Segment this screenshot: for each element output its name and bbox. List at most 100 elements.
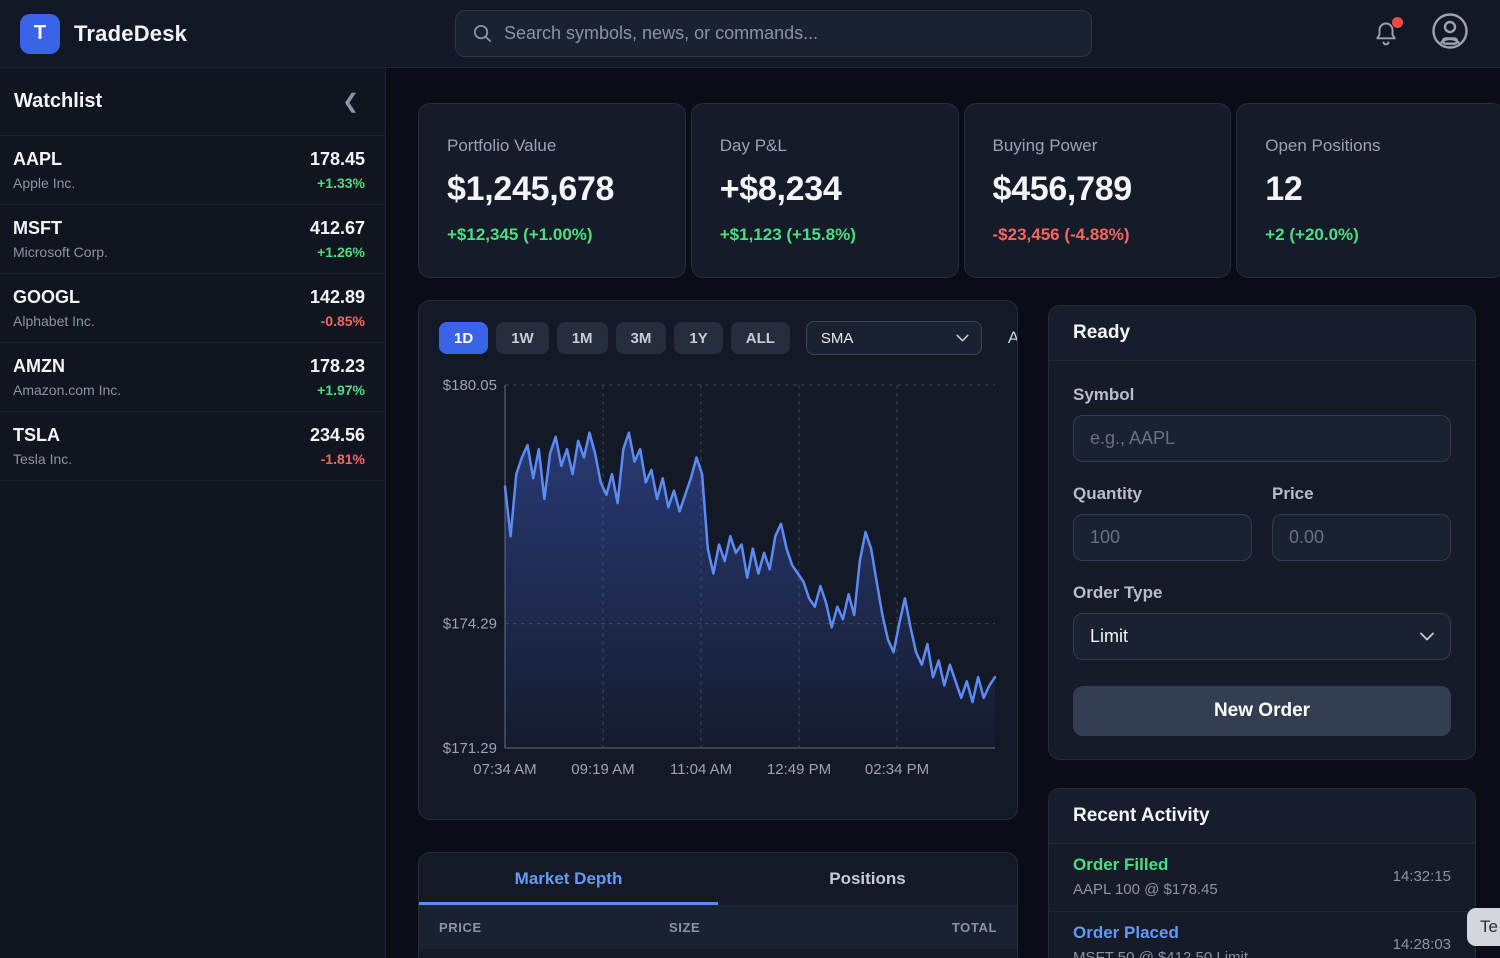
app-logo-letter: T [34, 22, 46, 45]
price-chart: $180.05$174.29$171.2907:34 AM09:19 AM11:… [439, 377, 997, 802]
price: 142.89 [310, 287, 365, 308]
svg-text:$174.29: $174.29 [443, 616, 497, 633]
new-order-button[interactable]: New Order [1073, 686, 1451, 736]
range-button-all[interactable]: ALL [731, 322, 790, 354]
activity-item: Order PlacedMSFT 50 @ $412.50 Limit14:28… [1049, 912, 1475, 958]
market-depth-panel: Market Depth Positions PRICE SIZE TOTAL [418, 852, 1018, 958]
annotations-toggle[interactable]: Annotations [1008, 328, 1018, 348]
stat-card-portfolio-value: Portfolio Value $1,245,678 +$12,345 (+1.00… [418, 103, 686, 278]
watchlist-item-googl[interactable]: GOOGL Alphabet Inc. 142.89 -0.85% [0, 274, 385, 343]
price: 234.56 [310, 425, 365, 446]
indicator-select[interactable]: SMA [806, 321, 982, 355]
watchlist-sidebar: Watchlist ❮ AAPLApple Inc.178.45+1.33%MS… [0, 68, 386, 958]
notifications-button[interactable] [1372, 19, 1400, 49]
stat-label: Day P&L [720, 136, 930, 156]
stat-change: +$12,345 (+1.00%) [447, 225, 657, 245]
order-type-select[interactable]: Limit [1073, 613, 1451, 660]
range-button-1m[interactable]: 1M [557, 322, 608, 354]
app-logo: T [20, 14, 60, 54]
svg-text:12:49 PM: 12:49 PM [767, 761, 831, 778]
company-name: Microsoft Corp. [13, 244, 108, 260]
column-header-price: PRICE [439, 920, 669, 935]
price-chart-card: 1D1W1M3M1Y ALL SMA Annotations $180.05 $174.… [418, 300, 1018, 820]
symbol: GOOGL [13, 287, 95, 308]
quantity-input[interactable] [1073, 514, 1252, 561]
search-icon [472, 23, 493, 44]
stats-row: Portfolio Value $1,245,678 +$12,345 (+1.00… [418, 103, 1500, 278]
svg-text:$171.29: $171.29 [443, 740, 497, 757]
stat-label: Open Positions [1265, 136, 1475, 156]
company-name: Tesla Inc. [13, 451, 72, 467]
tab-market-depth[interactable]: Market Depth [419, 853, 718, 905]
toast-notification[interactable]: Te [1467, 908, 1500, 946]
stat-change: -$23,456 (-4.88%) [993, 225, 1203, 245]
user-menu-button[interactable] [1430, 11, 1470, 56]
svg-text:09:19 AM: 09:19 AM [571, 761, 634, 778]
svg-text:02:34 PM: 02:34 PM [865, 761, 929, 778]
main-content: Portfolio Value $1,245,678 +$12,345 (+1.00… [386, 68, 1500, 958]
activity-detail: MSFT 50 @ $412.50 Limit [1073, 949, 1248, 958]
stat-card-buying-power: Buying Power $456,789 -$23,456 (-4.88%) [964, 103, 1232, 278]
svg-text:$180.05: $180.05 [443, 377, 497, 394]
stat-change: +$1,123 (+15.8%) [720, 225, 930, 245]
watchlist-item-tsla[interactable]: TSLA Tesla Inc. 234.56 -1.81% [0, 412, 385, 481]
price: 178.23 [310, 356, 365, 377]
chevron-down-icon [1420, 632, 1434, 641]
change-percent: -1.81% [310, 451, 365, 467]
stat-label: Buying Power [993, 136, 1203, 156]
stat-value: $456,789 [993, 170, 1203, 209]
depth-table-header: PRICE SIZE TOTAL [419, 905, 1017, 949]
range-button-1d[interactable]: 1D [439, 322, 488, 354]
symbol: TSLA [13, 425, 72, 446]
change-percent: +1.26% [310, 244, 365, 260]
company-name: Apple Inc. [13, 175, 75, 191]
stat-value: $1,245,678 [447, 170, 657, 209]
symbol: AAPL [13, 149, 75, 170]
svg-text:07:34 AM: 07:34 AM [473, 761, 536, 778]
symbol: MSFT [13, 218, 108, 239]
range-button-1y[interactable]: 1Y [674, 322, 722, 354]
activity-time: 14:28:03 [1393, 936, 1451, 953]
indicator-value: SMA [821, 330, 854, 347]
search-input[interactable] [504, 23, 1075, 44]
stat-label: Portfolio Value [447, 136, 657, 156]
recent-activity-title: Recent Activity [1073, 805, 1210, 827]
order-type-value: Limit [1090, 626, 1128, 647]
column-header-total: TOTAL [889, 920, 997, 935]
recent-activity-header: Recent Activity [1049, 789, 1475, 844]
stat-change: +2 (+20.0%) [1265, 225, 1475, 245]
watchlist-item-amzn[interactable]: AMZNAmazon.com Inc.178.23+1.97% [0, 343, 385, 412]
stat-value: +$8,234 [720, 170, 930, 209]
chart-toolbar: 1D1W1M3M1Y ALL SMA Annotations [439, 321, 1018, 355]
change-percent: -0.85% [310, 313, 365, 329]
range-button-1w[interactable]: 1W [496, 322, 549, 354]
user-avatar-icon [1430, 11, 1470, 51]
toast-text: Te [1480, 917, 1498, 937]
order-type-label: Order Type [1073, 583, 1451, 603]
watchlist-header: Watchlist ❮ [0, 68, 385, 136]
tab-positions[interactable]: Positions [718, 853, 1017, 905]
symbol: AMZN [13, 356, 121, 377]
watchlist-item-msft[interactable]: MSFTMicrosoft Corp.412.67+1.26% [0, 205, 385, 274]
price-input[interactable] [1272, 514, 1451, 561]
change-percent: +1.33% [310, 175, 365, 191]
notification-dot [1392, 17, 1403, 28]
activity-title: Order Filled [1073, 855, 1218, 875]
chevron-left-icon[interactable]: ❮ [342, 92, 359, 112]
global-search[interactable] [455, 10, 1092, 57]
company-name: Alphabet Inc. [13, 313, 95, 329]
activity-time: 14:32:15 [1393, 868, 1451, 885]
activity-item: Order FilledAAPL 100 @ $178.4514:32:15 [1049, 844, 1475, 912]
quantity-label: Quantity [1073, 484, 1252, 504]
app-title: TradeDesk [74, 21, 187, 47]
column-header-size: SIZE [669, 920, 889, 935]
range-button-3m[interactable]: 3M [616, 322, 667, 354]
watchlist-item-aapl[interactable]: AAPLApple Inc.178.45+1.33% [0, 136, 385, 205]
chevron-down-icon [956, 334, 969, 342]
order-entry-panel: Ready Symbol Quantity Price Order Type L… [1048, 305, 1476, 760]
stat-card-open-positions: Open Positions12+2 (+20.0%) [1236, 103, 1500, 278]
price-label: Price [1272, 484, 1451, 504]
company-name: Amazon.com Inc. [13, 382, 121, 398]
bottom-tabs: Market Depth Positions [419, 853, 1017, 905]
symbol-input[interactable] [1073, 415, 1451, 462]
